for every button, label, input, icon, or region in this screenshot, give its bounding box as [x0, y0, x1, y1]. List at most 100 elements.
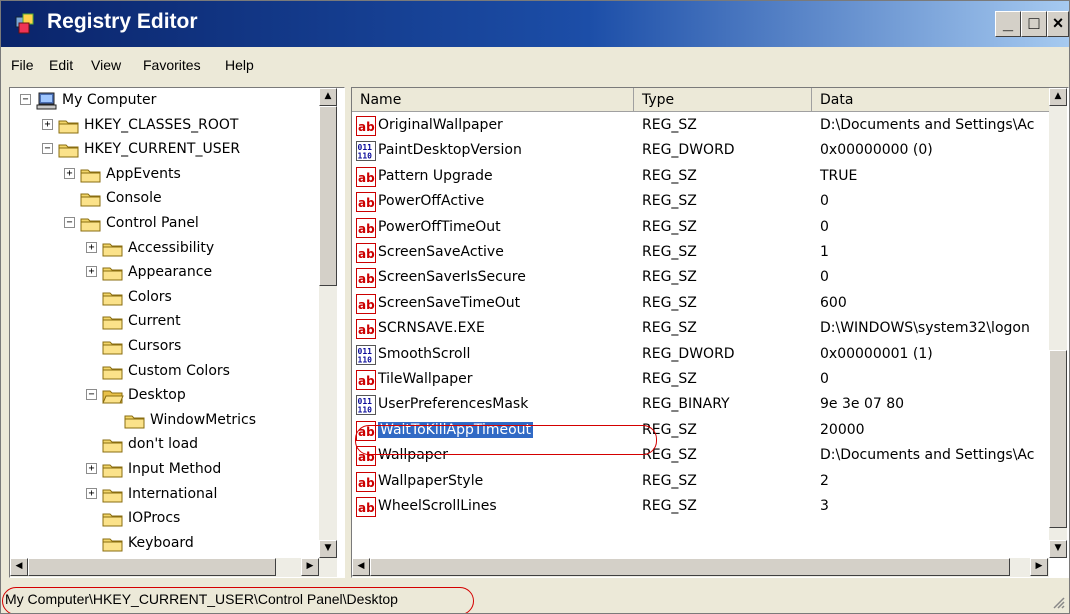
- list-item[interactable]: 011 110 PaintDesktopVersion REG_DWORD 0x0000…: [352, 139, 1052, 164]
- value-data: 0: [820, 218, 829, 235]
- value-name: PaintDesktopVersion: [378, 142, 522, 159]
- tree-item[interactable]: − My Computer: [10, 89, 330, 113]
- list-item[interactable]: ab PowerOffTimeOut REG_SZ 0: [352, 216, 1052, 241]
- value-name: ScreenSaveTimeOut: [378, 294, 521, 311]
- expand-icon[interactable]: +: [86, 241, 97, 253]
- column-header-data[interactable]: Data: [812, 88, 1052, 112]
- list-item[interactable]: ab WheelScrollLines REG_SZ 3: [352, 495, 1052, 520]
- scroll-right-icon[interactable]: ▶: [301, 558, 319, 576]
- tree-item[interactable]: Console: [10, 187, 330, 211]
- collapse-icon[interactable]: −: [42, 143, 53, 155]
- collapse-icon[interactable]: −: [64, 217, 75, 228]
- scroll-down-icon[interactable]: ▼: [1049, 540, 1067, 558]
- menu-view[interactable]: View: [91, 57, 121, 73]
- svg-text:ab: ab: [358, 120, 375, 134]
- tree-item[interactable]: + Accessibility: [10, 237, 330, 261]
- key-tree-pane[interactable]: − My Computer + HKEY_CLASSES_ROOT − HKEY_CURR…: [9, 87, 345, 578]
- tree-item[interactable]: − Control Panel: [10, 212, 330, 236]
- scroll-up-icon[interactable]: ▲: [1049, 88, 1067, 106]
- tree-item[interactable]: + International: [10, 483, 330, 507]
- tree-item[interactable]: Colors: [10, 286, 330, 310]
- maximize-button[interactable]: □: [1021, 11, 1047, 37]
- folder-icon: [80, 190, 102, 208]
- value-name: PowerOffTimeOut: [378, 218, 501, 235]
- values-list-pane[interactable]: Name Type Data ab OriginalWallpaper REG_SZ…: [351, 87, 1069, 578]
- tree-item-label: International: [128, 485, 218, 502]
- column-header-type[interactable]: Type: [634, 88, 812, 112]
- expand-icon[interactable]: +: [42, 118, 53, 130]
- tree-item-label: HKEY_CLASSES_ROOT: [84, 116, 239, 133]
- value-data: 0x00000000 (0): [820, 142, 933, 159]
- value-data: D:\Documents and Settings\Ac: [820, 117, 1035, 133]
- list-item[interactable]: ab TileWallpaper REG_SZ 0: [352, 368, 1052, 393]
- value-type: REG_DWORD: [642, 345, 735, 362]
- list-vertical-scrollbar[interactable]: ▲ ▼: [1049, 88, 1067, 558]
- window-title: Registry Editor: [47, 10, 198, 33]
- value-data: 1: [820, 244, 829, 260]
- expand-icon[interactable]: +: [64, 167, 75, 179]
- list-item[interactable]: ab ScreenSaveActive REG_SZ 1: [352, 241, 1052, 266]
- value-name: WheelScrollLines: [378, 498, 497, 514]
- tree-item[interactable]: WindowMetrics: [10, 409, 330, 433]
- binary-value-icon: 011 110: [356, 141, 376, 162]
- tree-horizontal-scrollbar[interactable]: ◀ ▶: [10, 558, 337, 577]
- tree-item[interactable]: + AppEvents: [10, 163, 330, 187]
- list-item[interactable]: ab WallpaperStyle REG_SZ 2: [352, 470, 1052, 495]
- scroll-up-icon[interactable]: ▲: [319, 88, 337, 106]
- list-item[interactable]: ab ScreenSaverIsSecure REG_SZ 0: [352, 266, 1052, 291]
- menu-help[interactable]: Help: [225, 57, 254, 73]
- expand-icon[interactable]: +: [86, 463, 97, 474]
- scroll-thumb[interactable]: [319, 106, 337, 286]
- tree-item[interactable]: + Appearance: [10, 261, 330, 285]
- menu-edit[interactable]: Edit: [49, 57, 73, 73]
- tree-item[interactable]: − Desktop: [10, 384, 330, 408]
- svg-text:110: 110: [358, 152, 373, 161]
- tree-item[interactable]: Custom Colors: [10, 360, 330, 384]
- string-value-icon: ab: [356, 370, 376, 390]
- list-item[interactable]: 011 110 UserPreferencesMask REG_BINARY 9e 3e…: [352, 393, 1052, 418]
- scroll-left-icon[interactable]: ◀: [352, 558, 370, 576]
- tree-item[interactable]: + Input Method: [10, 458, 330, 482]
- scroll-thumb[interactable]: [1049, 350, 1067, 528]
- folder-icon: [102, 313, 124, 331]
- string-value-icon: ab: [356, 319, 376, 340]
- collapse-icon[interactable]: −: [86, 389, 97, 401]
- title-bar[interactable]: Registry Editor _ □ ×: [1, 1, 1069, 47]
- menu-favorites[interactable]: Favorites: [143, 57, 201, 73]
- folder-icon: [102, 363, 124, 381]
- list-item[interactable]: ab SCRNSAVE.EXE REG_SZ D:\WINDOWS\system32\…: [352, 317, 1052, 342]
- close-button[interactable]: ×: [1047, 11, 1069, 37]
- collapse-icon[interactable]: −: [20, 94, 31, 105]
- scroll-left-icon[interactable]: ◀: [10, 558, 28, 576]
- menu-file[interactable]: File: [11, 57, 34, 73]
- list-item[interactable]: 011 110 SmoothScroll REG_DWORD 0x00000001 (1…: [352, 343, 1052, 368]
- resize-grip-icon[interactable]: [1051, 595, 1065, 609]
- value-name: WallpaperStyle: [378, 472, 484, 489]
- scroll-down-icon[interactable]: ▼: [319, 540, 337, 558]
- scroll-thumb[interactable]: [28, 558, 276, 576]
- column-header-name[interactable]: Name: [352, 88, 634, 112]
- tree-item-label: Console: [106, 190, 162, 207]
- minimize-button[interactable]: _: [995, 11, 1021, 37]
- list-item[interactable]: ab ScreenSaveTimeOut REG_SZ 600: [352, 292, 1052, 317]
- scroll-right-icon[interactable]: ▶: [1030, 558, 1048, 576]
- list-item[interactable]: ab PowerOffActive REG_SZ 0: [352, 190, 1052, 215]
- tree-item[interactable]: Current: [10, 310, 330, 334]
- list-item[interactable]: ab OriginalWallpaper REG_SZ D:\Documents an…: [352, 114, 1052, 139]
- scroll-thumb[interactable]: [370, 558, 1010, 576]
- list-item[interactable]: ab Pattern Upgrade REG_SZ TRUE: [352, 165, 1052, 190]
- expand-icon[interactable]: +: [86, 266, 97, 278]
- tree-item[interactable]: IOProcs: [10, 507, 330, 531]
- tree-item[interactable]: + HKEY_CLASSES_ROOT: [10, 114, 330, 138]
- tree-item[interactable]: Keyboard: [10, 532, 330, 556]
- string-value-icon: ab: [356, 268, 376, 289]
- tree-item[interactable]: don't load: [10, 433, 330, 457]
- tree-item[interactable]: − HKEY_CURRENT_USER: [10, 138, 330, 162]
- tree-item-label: My Computer: [62, 92, 157, 108]
- list-horizontal-scrollbar[interactable]: ◀ ▶: [352, 558, 1049, 577]
- value-data: 2: [820, 472, 829, 489]
- tree-vertical-scrollbar[interactable]: ▲ ▼: [319, 88, 337, 558]
- tree-item[interactable]: Cursors: [10, 335, 330, 359]
- svg-text:110: 110: [358, 406, 373, 415]
- expand-icon[interactable]: +: [86, 487, 97, 499]
